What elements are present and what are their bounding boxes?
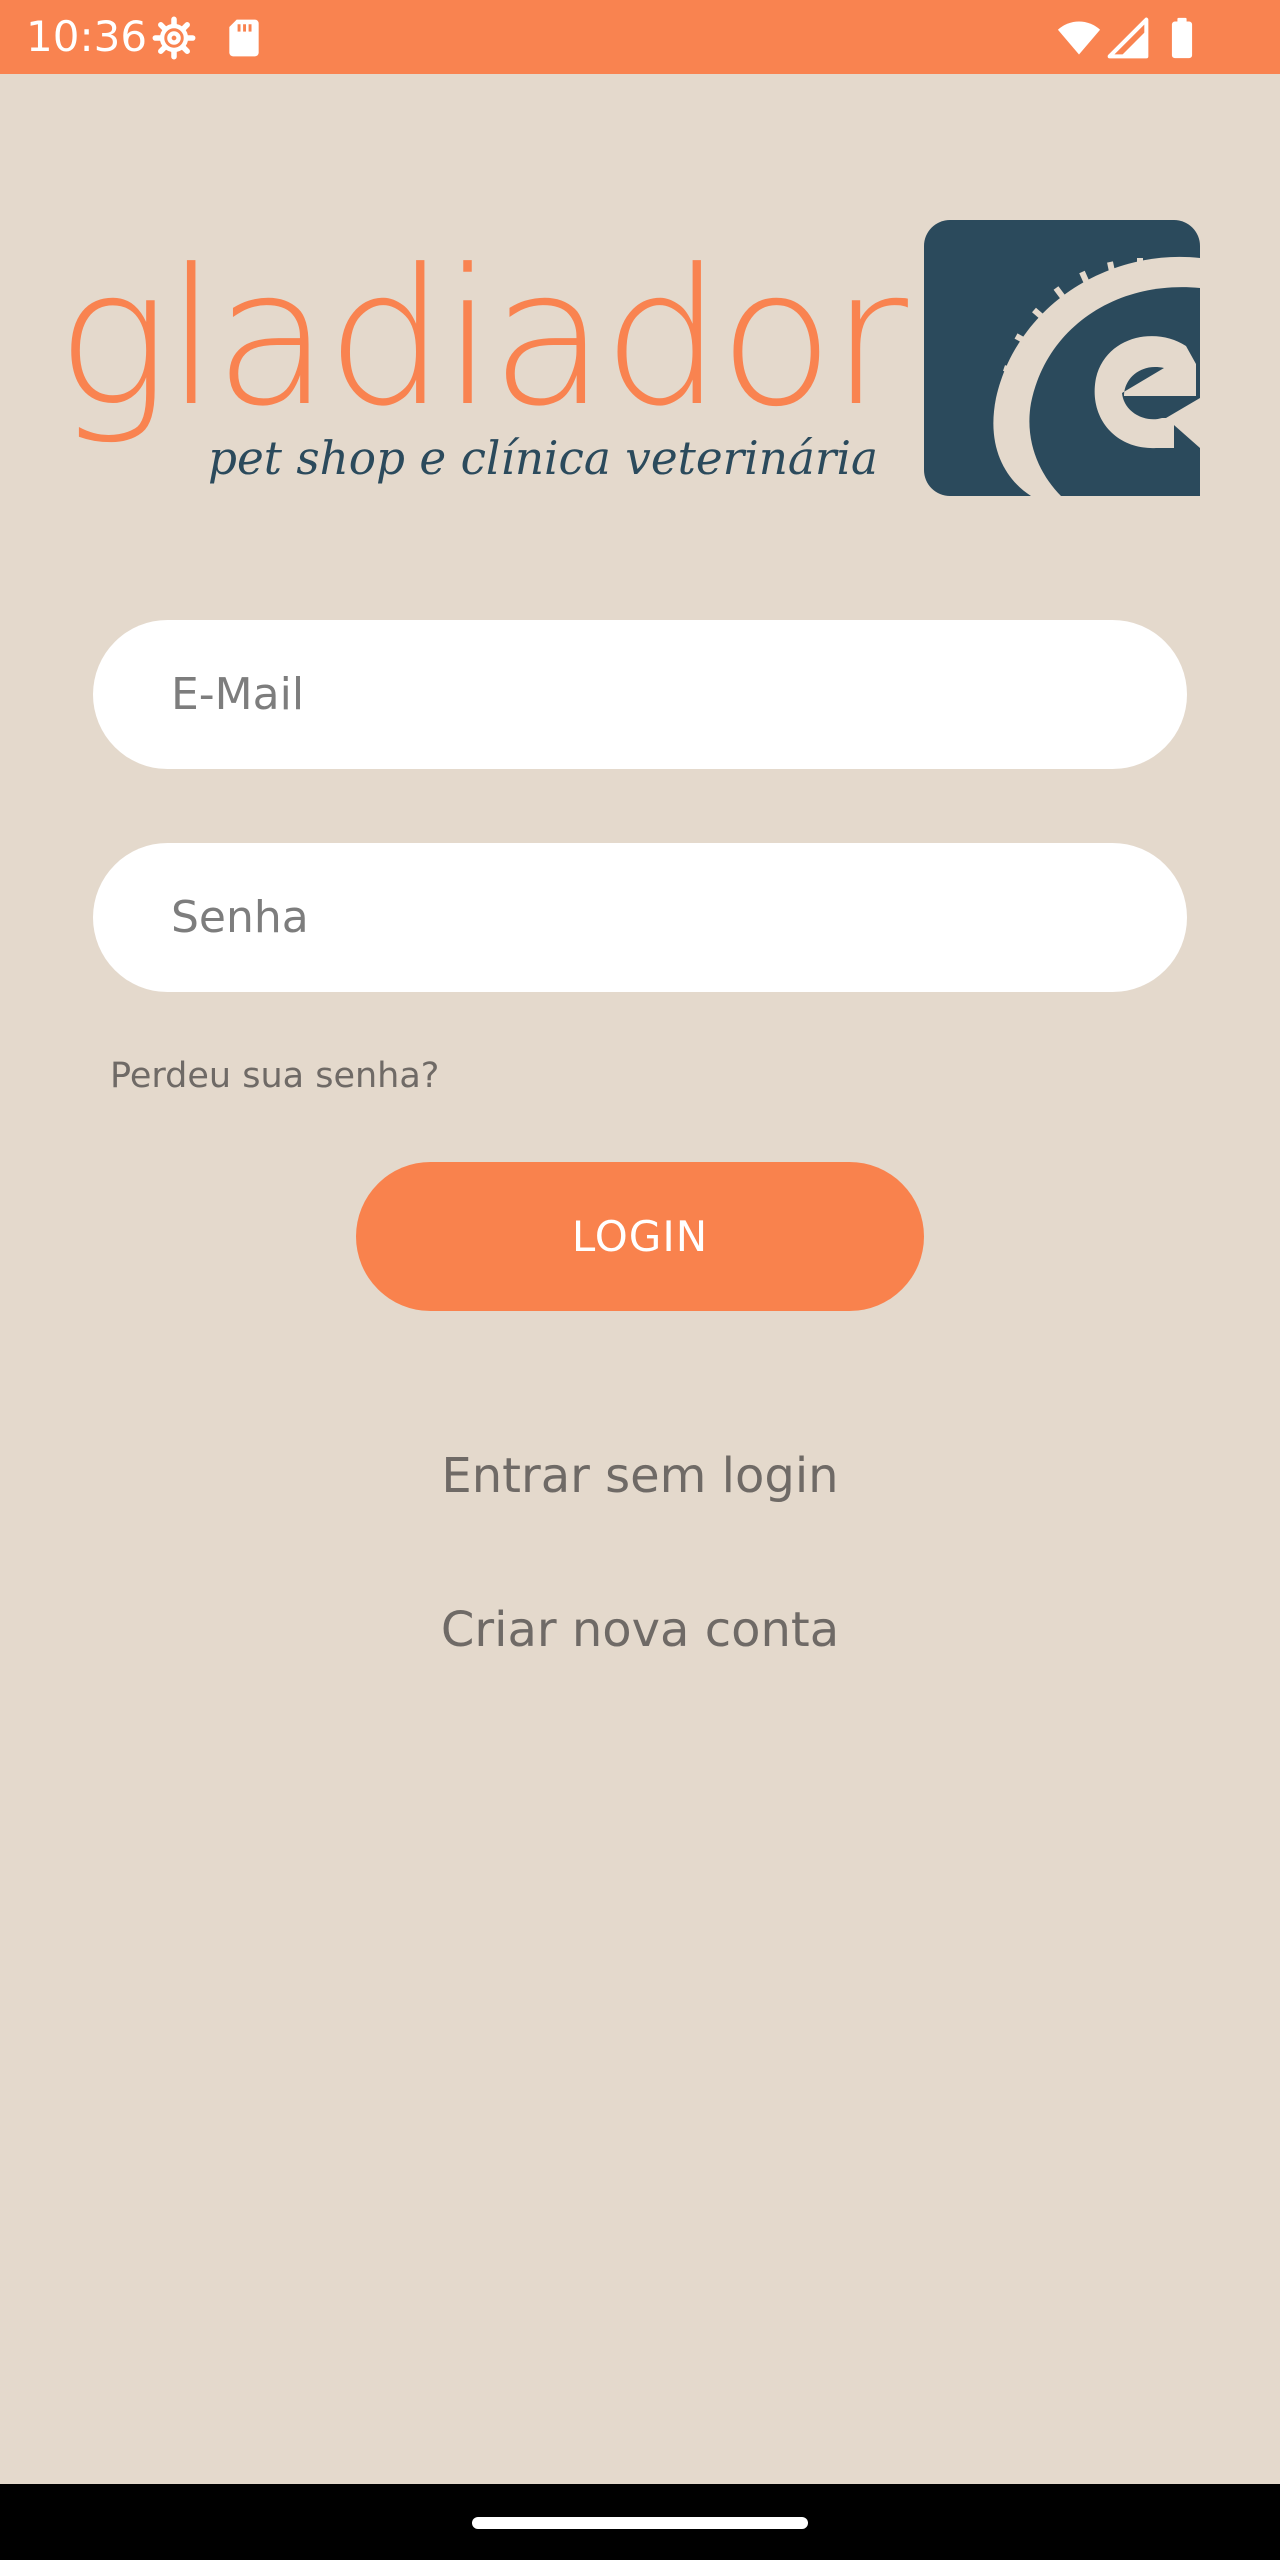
logo-wordmark: gladiador [56, 229, 909, 448]
password-input[interactable] [93, 843, 1187, 992]
create-account-link[interactable]: Criar nova conta [0, 1600, 1280, 1660]
login-button[interactable]: LOGIN [356, 1162, 924, 1311]
wifi-icon [1057, 21, 1101, 55]
status-time: 10:36 [26, 12, 148, 61]
email-input[interactable] [93, 620, 1187, 769]
signal-icon [1107, 17, 1149, 59]
sd-card-icon [229, 19, 259, 57]
forgot-password-link[interactable]: Perdeu sua senha? [110, 1054, 439, 1098]
home-gesture-handle[interactable] [472, 2517, 808, 2529]
logo-tagline: pet shop e clínica veterinária [208, 431, 878, 485]
status-bar: 10:36 [0, 0, 1280, 74]
gear-icon [152, 16, 196, 60]
gladiator-helmet-icon [924, 220, 1200, 496]
battery-icon [1171, 17, 1193, 59]
gladiador-logo: gladiador pet shop e clínica veterinária [56, 220, 1200, 496]
guest-login-link[interactable]: Entrar sem login [0, 1446, 1280, 1506]
